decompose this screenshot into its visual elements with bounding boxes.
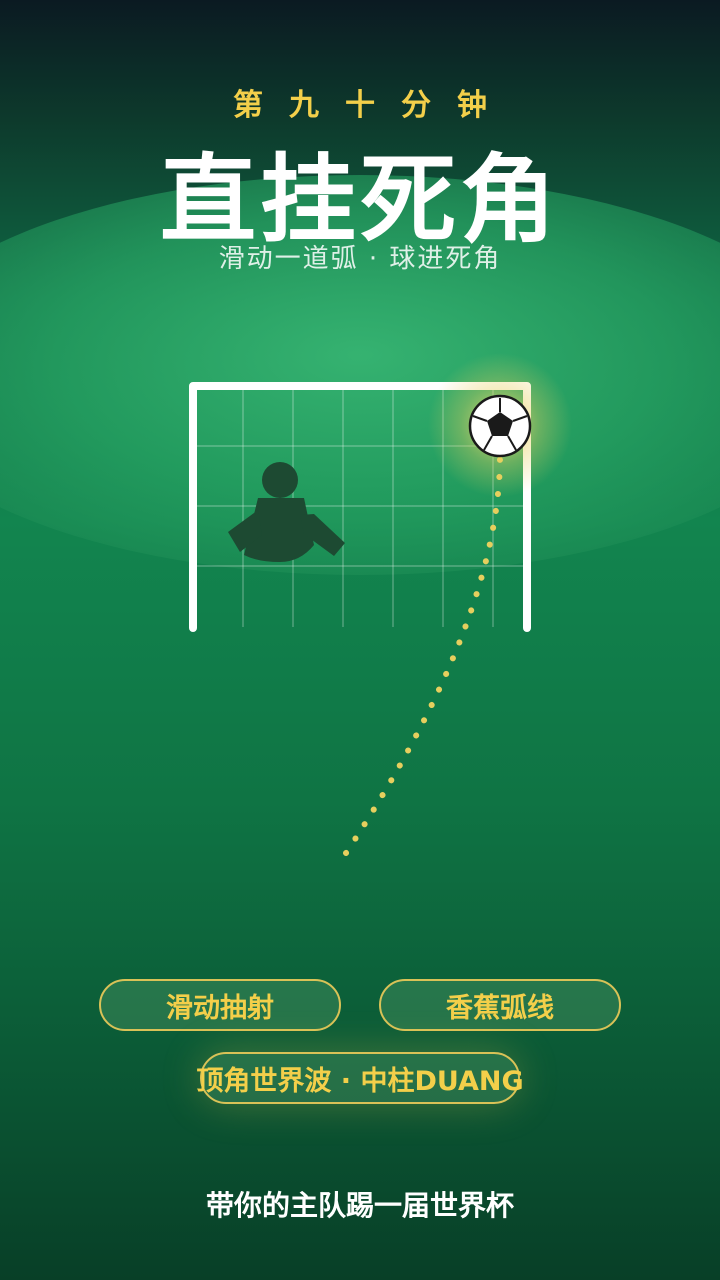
- option-swipe-volley-button[interactable]: 滑动抽射: [99, 979, 341, 1031]
- game-screen: 第九十分钟 直挂死角 滑动一道弧 · 球进死角 滑动抽射 香蕉弧线 顶角世界波 …: [0, 0, 720, 1280]
- option-banana-curve-button[interactable]: 香蕉弧线: [379, 979, 621, 1031]
- goalkeeper-silhouette: [228, 462, 345, 562]
- footer-tagline: 带你的主队踢一届世界杯: [205, 1189, 514, 1222]
- soccer-ball-icon[interactable]: [468, 394, 532, 458]
- dotted-shot-path: [343, 452, 503, 856]
- option-top-corner-button[interactable]: 顶角世界波 · 中柱DUANG: [196, 1052, 524, 1104]
